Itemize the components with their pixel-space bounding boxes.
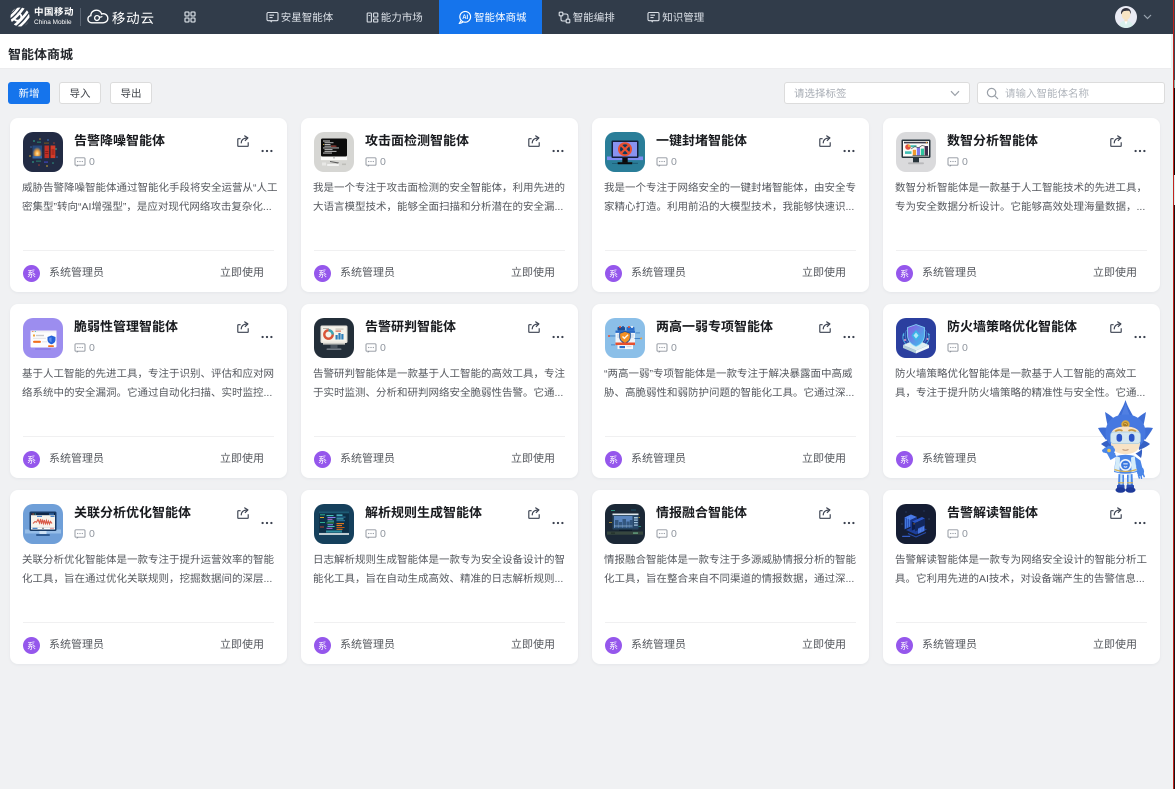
svg-text:AI: AI [462, 15, 468, 21]
